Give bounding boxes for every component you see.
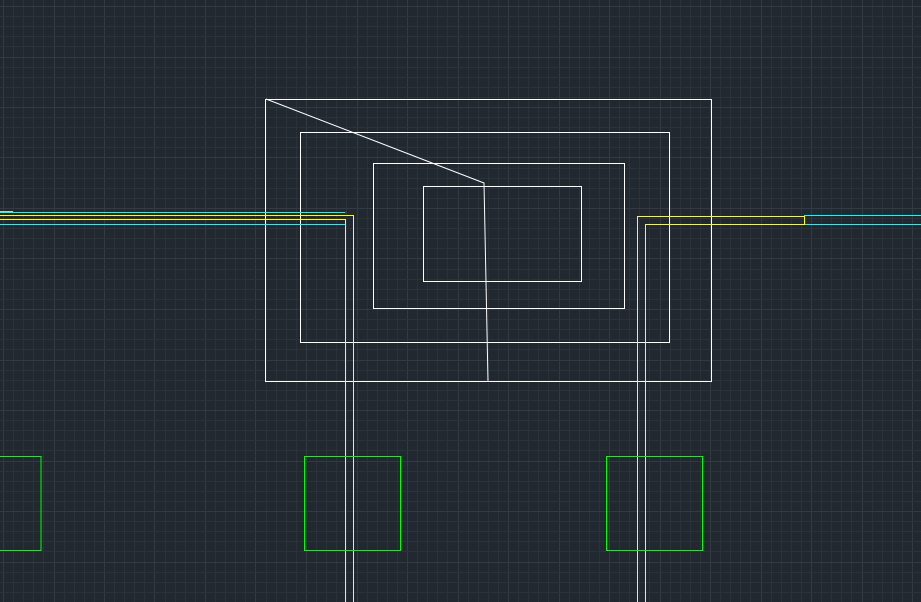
drawing-viewport[interactable]	[0, 0, 921, 602]
grid-layer	[0, 0, 921, 602]
lines-layer[interactable]	[0, 215, 805, 602]
left-edge-box[interactable]	[0, 456, 42, 551]
middle-box[interactable]	[304, 456, 401, 551]
right-box[interactable]	[606, 456, 703, 551]
cad-canvas[interactable]	[0, 0, 921, 602]
boxes-layer[interactable]	[0, 456, 703, 551]
